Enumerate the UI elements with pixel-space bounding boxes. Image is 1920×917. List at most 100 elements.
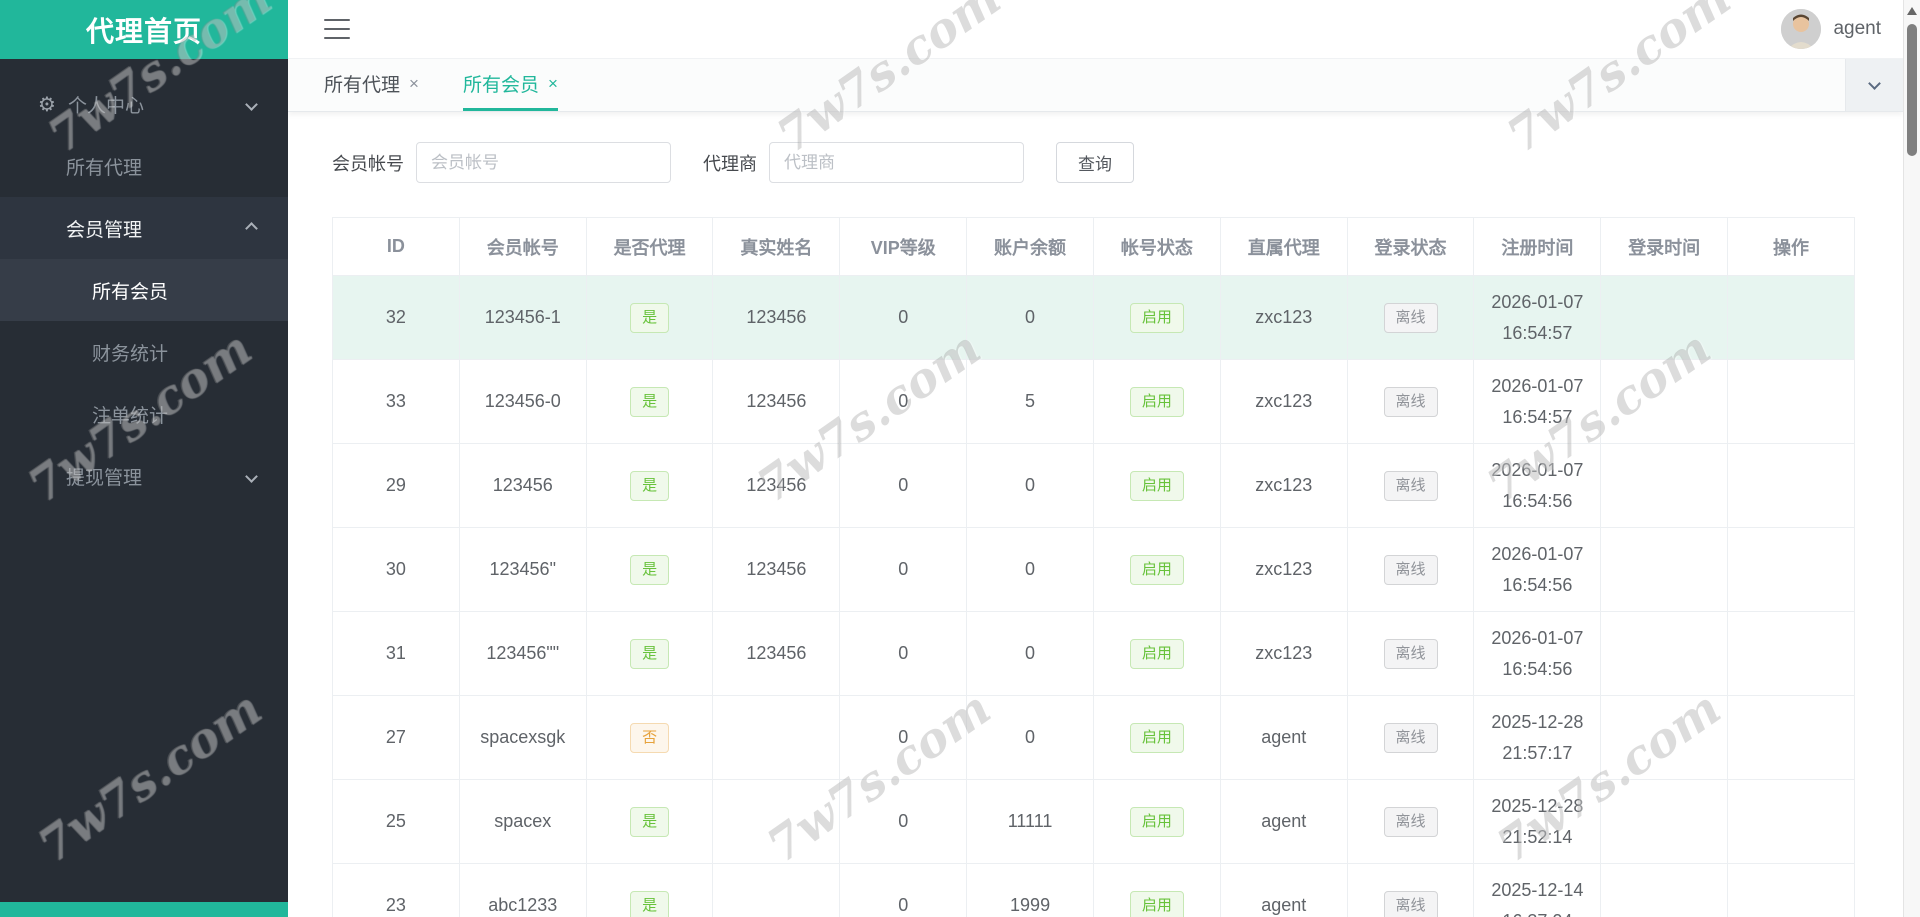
tab-0[interactable]: 所有代理 × [324,59,419,111]
cell-is_agent: 是 [585,443,714,528]
cell-real_name: 123456 [712,275,841,360]
sidebar-item-4[interactable]: 财务统计 [0,321,288,383]
chevron-down-icon [245,465,258,487]
column-header: ID [332,217,460,276]
cell-status: 启用 [1092,863,1221,917]
menu-toggle-icon[interactable] [324,19,350,39]
is-agent-badge: 是 [630,470,670,501]
cell-reg_time: 2025-12-1416:37:04 [1473,863,1602,917]
member-account-input[interactable] [416,142,671,183]
cell-reg_time: 2026-01-07 16:54:56 [1473,443,1602,528]
sidebar-item-3[interactable]: 所有会员 [0,259,288,321]
cell-login_time [1600,611,1729,696]
sidebar-item-2[interactable]: 会员管理 [0,197,288,259]
is-agent-badge: 否 [630,722,670,753]
status-badge: 启用 [1129,470,1184,501]
login-status-badge: 离线 [1383,638,1438,669]
cell-balance: 11111 [966,779,1094,864]
cell-real_name [712,695,841,780]
cell-account: spacex [458,779,587,864]
sidebar-item-6[interactable]: 提现管理 [0,445,288,507]
sidebar-footer-bar[interactable] [0,902,288,917]
table-row[interactable]: 32 123456-1 是 123456 0 0 启用 zxc123 离线 2026-01-07 1… [332,275,1855,360]
sidebar-item-label: 所有会员 [92,281,169,303]
cell-login_time [1600,779,1729,864]
column-header: 操作 [1727,217,1855,276]
cell-balance: 0 [966,611,1094,696]
login-status-badge: 离线 [1383,554,1438,585]
cell-action [1727,863,1855,917]
sidebar-item-label: 所有代理 [66,157,143,179]
sidebar-item-1[interactable]: 所有代理 [0,135,288,197]
tab-close-icon[interactable]: × [409,74,419,94]
table-row[interactable]: 30 123456" 是 123456 0 0 启用 zxc123 离线 2026-01-07 16… [332,527,1855,612]
sidebar-item-0[interactable]: ⚙ 个人中心 [0,73,288,135]
username: agent [1833,18,1881,39]
avatar[interactable] [1781,9,1822,49]
sidebar-item-5[interactable]: 注单统计 [0,383,288,445]
scroll-up-arrow-icon[interactable] [1907,7,1917,15]
app-title: 代理首页 [0,0,288,59]
cell-login_time [1600,863,1729,917]
login-status-badge: 离线 [1383,722,1438,753]
cell-action [1727,779,1855,864]
column-header: 登录状态 [1346,217,1475,276]
cell-action [1727,527,1855,612]
cell-status: 启用 [1092,359,1221,444]
cell-parent: zxc123 [1219,527,1348,612]
cell-balance: 0 [966,695,1094,780]
cell-status: 启用 [1092,275,1221,360]
agent-input[interactable] [769,142,1024,183]
table-row[interactable]: 31 123456"" 是 123456 0 0 启用 zxc123 离线 2026-01-07 1… [332,611,1855,696]
user-menu[interactable]: agent [1781,9,1881,49]
cell-account: abc1233 [458,863,587,917]
login-status-badge: 离线 [1383,890,1438,917]
cell-login_time [1600,275,1729,360]
table-row[interactable]: 25 spacex 是 0 11111 启用 agent 离线 2025-12-28 21:52:… [332,779,1855,864]
cell-reg_time: 2025-12-28 21:57:17 [1473,695,1602,780]
tab-close-icon[interactable]: × [548,74,558,94]
is-agent-badge: 是 [630,638,670,669]
cell-id: 25 [332,779,460,864]
cell-parent: zxc123 [1219,359,1348,444]
is-agent-badge: 是 [630,302,670,333]
cell-real_name: 123456 [712,527,841,612]
cell-reg_time: 2025-12-28 21:52:14 [1473,779,1602,864]
tab-1[interactable]: 所有会员 × [462,59,558,111]
is-agent-badge: 是 [630,386,670,417]
scrollbar-thumb[interactable] [1907,24,1917,156]
cell-is_agent: 否 [585,695,714,780]
cell-account: 123456"" [458,611,587,696]
cell-real_name: 123456 [712,443,841,528]
cell-id: 31 [332,611,460,696]
cell-login_status: 离线 [1346,359,1475,444]
cell-login_time [1600,695,1729,780]
is-agent-badge: 是 [630,554,670,585]
table-row[interactable]: 29 123456 是 123456 0 0 启用 zxc123 离线 2026-01-07 16:… [332,443,1855,528]
cell-id: 27 [332,695,460,780]
cell-balance: 1999 [966,863,1094,917]
column-header: 是否代理 [585,217,714,276]
column-header: 真实姓名 [712,217,841,276]
cell-real_name: 123456 [712,359,841,444]
cell-is_agent: 是 [585,863,714,917]
cell-real_name [712,779,841,864]
cell-vip: 0 [839,443,968,528]
table-row[interactable]: 27 spacexsgk 否 0 0 启用 agent 离线 2025-12-28 21:57:1… [332,695,1855,780]
cell-is_agent: 是 [585,527,714,612]
tab-label: 所有代理 [324,75,401,96]
search-button[interactable]: 查询 [1056,142,1134,183]
table-row[interactable]: 23abc1233 是 01999 启用 agent 离线 2025-12-1416:37:… [332,863,1855,917]
login-status-badge: 离线 [1383,386,1438,417]
cell-real_name [712,863,841,917]
status-badge: 启用 [1129,302,1184,333]
table-row[interactable]: 33 123456-0 是 123456 0 5 启用 zxc123 离线 2026-01-07 1… [332,359,1855,444]
chevron-down-icon [1868,76,1881,90]
cell-reg_time: 2026-01-07 16:54:56 [1473,527,1602,612]
status-badge: 启用 [1129,722,1184,753]
status-badge: 启用 [1129,638,1184,669]
tabs-dropdown-button[interactable] [1845,59,1903,111]
cell-login_status: 离线 [1346,779,1475,864]
vertical-scrollbar[interactable] [1903,0,1920,917]
agent-label: 代理商 [703,153,757,174]
